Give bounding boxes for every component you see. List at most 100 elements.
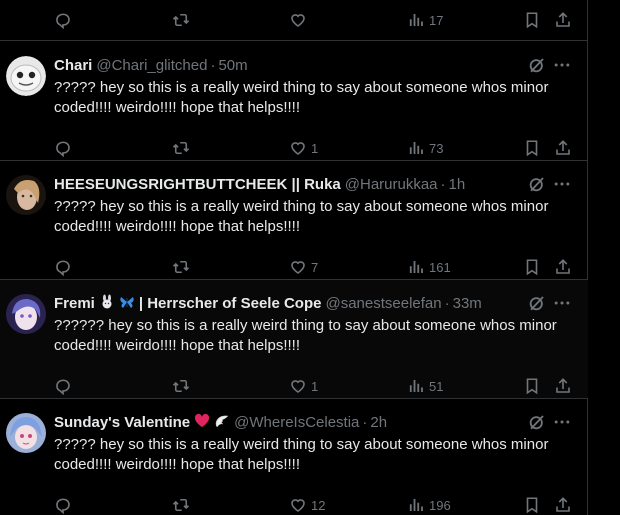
views-count: 161 <box>429 259 451 275</box>
avatar[interactable] <box>6 56 46 96</box>
views-button[interactable]: 73 <box>407 138 443 158</box>
like-button[interactable] <box>289 10 307 30</box>
tweet-text: ????? hey so this is a really weird thin… <box>54 79 549 116</box>
tweet-item[interactable]: Chari @Chari_glitched · 50m ????? hey so… <box>0 42 588 161</box>
display-name[interactable]: Chari <box>54 57 92 74</box>
like-button[interactable]: 1 <box>289 138 318 158</box>
separator: · <box>444 294 450 312</box>
more-icon[interactable] <box>552 412 572 432</box>
avatar[interactable] <box>6 413 46 453</box>
timeline-feed: 17 Chari @Chari_glitched · 50m ????? hey… <box>0 0 588 515</box>
grok-icon[interactable] <box>528 294 546 312</box>
action-bar: 7 161 <box>54 257 574 277</box>
user-handle[interactable]: @Harurukkaa <box>345 176 438 193</box>
share-button[interactable] <box>554 257 572 277</box>
display-name[interactable]: Fremi <box>54 295 95 312</box>
reply-button[interactable] <box>54 495 72 515</box>
retweet-icon <box>172 377 190 395</box>
share-button[interactable] <box>554 495 572 515</box>
tweet-text: ????? hey so this is a really weird thin… <box>54 198 549 235</box>
separator: · <box>440 175 446 193</box>
more-icon[interactable] <box>552 55 572 75</box>
user-handle[interactable]: @sanestseelefan <box>325 295 441 312</box>
tweet-item[interactable]: HEESEUNGSRIGHTBUTTCHEEK || Ruka @Haruruk… <box>0 161 588 280</box>
user-handle[interactable]: @WhereIsCelestia <box>234 414 359 431</box>
share-button[interactable] <box>554 138 572 158</box>
like-icon <box>289 377 307 395</box>
retweet-button[interactable] <box>172 138 190 158</box>
timestamp[interactable]: 33m <box>453 295 482 312</box>
more-icon[interactable] <box>552 293 572 313</box>
bookmark-button[interactable] <box>523 10 541 30</box>
share-button[interactable] <box>554 376 572 396</box>
timestamp[interactable]: 50m <box>218 57 247 74</box>
like-button[interactable]: 7 <box>289 257 318 277</box>
separator: · <box>210 56 216 74</box>
retweet-icon <box>172 11 190 29</box>
bookmark-button[interactable] <box>523 257 541 277</box>
share-icon <box>554 496 572 514</box>
views-button[interactable]: 51 <box>407 376 443 396</box>
bookmark-icon <box>523 496 541 514</box>
bookmark-icon <box>523 377 541 395</box>
action-bar: 12 196 <box>54 495 574 515</box>
tweet-text: ?????? hey so this is a really weird thi… <box>54 317 557 354</box>
like-icon <box>289 496 307 514</box>
retweet-button[interactable] <box>172 257 190 277</box>
butterfly-emoji-icon <box>119 294 135 313</box>
share-button[interactable] <box>554 10 572 30</box>
like-icon <box>289 11 307 29</box>
tweet-header: HEESEUNGSRIGHTBUTTCHEEK || Ruka @Haruruk… <box>54 174 574 194</box>
views-button[interactable]: 196 <box>407 495 451 515</box>
views-icon <box>407 11 425 29</box>
action-bar: 1 51 <box>54 376 574 396</box>
timestamp[interactable]: 1h <box>449 176 466 193</box>
reply-button[interactable] <box>54 257 72 277</box>
bookmark-button[interactable] <box>523 138 541 158</box>
more-icon[interactable] <box>552 174 572 194</box>
bookmark-button[interactable] <box>523 376 541 396</box>
bookmark-icon <box>523 11 541 29</box>
bookmark-button[interactable] <box>523 495 541 515</box>
share-icon <box>554 258 572 276</box>
reply-button[interactable] <box>54 376 72 396</box>
like-count: 1 <box>311 378 319 394</box>
like-button[interactable]: 1 <box>289 376 318 396</box>
like-count: 1 <box>311 140 319 156</box>
timestamp[interactable]: 2h <box>370 414 387 431</box>
retweet-icon <box>172 139 190 157</box>
action-bar: 1 73 <box>54 138 574 158</box>
right-gutter <box>589 0 620 515</box>
display-name-suffix[interactable]: | Herrscher of Seele Cope <box>139 295 322 312</box>
action-bar: 17 <box>54 10 574 30</box>
display-name[interactable]: HEESEUNGSRIGHTBUTTCHEEK || Ruka <box>54 176 341 193</box>
bookmark-icon <box>523 139 541 157</box>
share-icon <box>554 139 572 157</box>
user-handle[interactable]: @Chari_glitched <box>96 57 207 74</box>
views-icon <box>407 496 425 514</box>
grok-icon[interactable] <box>528 413 546 431</box>
tweet-item[interactable]: Fremi | Herrscher of Seele Cope @sanests… <box>0 280 588 399</box>
reply-icon <box>54 258 72 276</box>
grok-icon[interactable] <box>528 175 546 193</box>
retweet-button[interactable] <box>172 495 190 515</box>
display-name[interactable]: Sunday's Valentine <box>54 414 190 431</box>
grok-icon[interactable] <box>528 56 546 74</box>
wing-emoji-icon <box>214 413 230 432</box>
share-icon <box>554 377 572 395</box>
avatar[interactable] <box>6 175 46 215</box>
views-button[interactable]: 161 <box>407 257 451 277</box>
like-button[interactable]: 12 <box>289 495 325 515</box>
tweet-header: Fremi | Herrscher of Seele Cope @sanests… <box>54 293 574 313</box>
views-button[interactable]: 17 <box>407 10 443 30</box>
views-icon <box>407 139 425 157</box>
retweet-button[interactable] <box>172 376 190 396</box>
avatar[interactable] <box>6 294 46 334</box>
previous-tweet-actions: 17 <box>0 0 588 41</box>
reply-button[interactable] <box>54 10 72 30</box>
retweet-button[interactable] <box>172 10 190 30</box>
like-icon <box>289 258 307 276</box>
tweet-item[interactable]: Sunday's Valentine @WhereIsCelestia · 2h… <box>0 399 588 515</box>
views-count: 51 <box>429 378 444 394</box>
reply-button[interactable] <box>54 138 72 158</box>
